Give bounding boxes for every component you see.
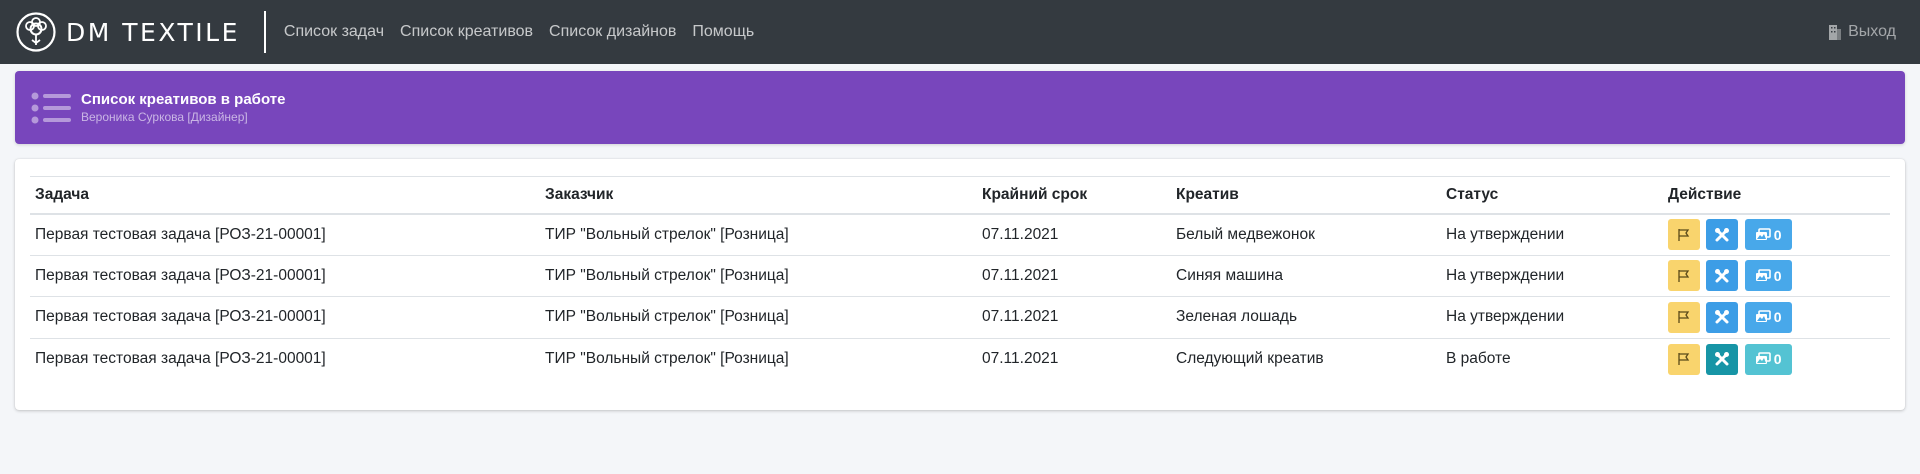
nav-link-tasks[interactable]: Список задач: [276, 23, 392, 41]
list-icon: [31, 92, 71, 123]
cell-actions: 0: [1663, 213, 1890, 256]
nav-links: Список задач Список креативов Список диз…: [276, 23, 762, 41]
gallery-button[interactable]: 0: [1744, 343, 1792, 375]
building-exit-icon: [1829, 25, 1842, 40]
creatives-card: Задача Заказчик Крайний срок Креатив Ста…: [15, 159, 1905, 410]
table-header-row: Задача Заказчик Крайний срок Креатив Ста…: [30, 176, 1890, 215]
flag-button[interactable]: [1668, 343, 1700, 375]
cell-task: Первая тестовая задача [РОЗ-21-00001]: [35, 350, 326, 367]
cell-deadline: 07.11.2021: [977, 213, 1171, 256]
gallery-button[interactable]: 0: [1744, 260, 1792, 292]
header-customer: Заказчик: [540, 176, 977, 215]
table-row: Первая тестовая задача [РОЗ-21-00001] ТИ…: [30, 213, 1890, 256]
banner-text: Список креативов в работе Вероника Сурко…: [81, 91, 285, 124]
gallery-button[interactable]: 0: [1744, 301, 1792, 333]
flag-icon: [1678, 228, 1690, 241]
cell-customer: ТИР "Вольный стрелок" [Розница]: [540, 296, 977, 339]
cell-creative: Следующий креатив: [1176, 350, 1324, 367]
page-title: Список креативов в работе: [81, 91, 286, 108]
cell-deadline: 07.11.2021: [982, 350, 1059, 367]
tools-icon: [1715, 227, 1730, 241]
table-row: Первая тестовая задача [РОЗ-21-00001] ТИ…: [30, 255, 1890, 297]
cell-task: Первая тестовая задача [РОЗ-21-00001]: [30, 255, 540, 297]
cell-task: Первая тестовая задача [РОЗ-21-00001]: [30, 296, 540, 339]
brand[interactable]: DM TEXTILE: [16, 11, 266, 53]
header-deadline: Крайний срок: [977, 176, 1171, 215]
cell-status: На утверждении: [1441, 296, 1663, 339]
logout-link[interactable]: Выход: [1826, 23, 1904, 41]
cell-creative: Зеленая лошадь: [1171, 296, 1441, 339]
flag-icon: [1678, 269, 1690, 282]
tools-button[interactable]: [1706, 343, 1739, 375]
tools-icon: [1715, 352, 1730, 366]
gallery-count: 0: [1773, 351, 1782, 367]
page-banner: Список креативов в работе Вероника Сурко…: [15, 71, 1905, 144]
gallery-count: 0: [1773, 267, 1782, 284]
logout-label: Выход: [1848, 23, 1896, 40]
cell-creative: Синяя машина: [1171, 255, 1441, 297]
nav-link-designs[interactable]: Список дизайнов: [541, 23, 684, 41]
cell-status: В работе: [1446, 350, 1511, 367]
gallery-button[interactable]: 0: [1744, 219, 1792, 250]
flag-icon: [1678, 353, 1690, 365]
cell-customer: ТИР "Вольный стрелок" [Розница]: [545, 350, 789, 367]
tools-button[interactable]: [1706, 260, 1739, 292]
cell-deadline: 07.11.2021: [977, 255, 1171, 297]
images-icon: [1755, 268, 1771, 281]
header-task: Задача: [30, 176, 540, 215]
header-creative: Креатив: [1171, 176, 1441, 215]
images-icon: [1755, 310, 1771, 323]
images-icon: [1755, 227, 1771, 240]
cell-actions: 0: [1663, 338, 1890, 380]
flag-icon: [1678, 311, 1690, 324]
cell-creative: Белый медвежонок: [1171, 213, 1441, 256]
flag-button[interactable]: [1668, 260, 1700, 292]
top-navbar: DM TEXTILE Список задач Список креативов…: [0, 0, 1920, 64]
page-subtitle: Вероника Суркова [Дизайнер]: [81, 110, 248, 124]
tools-button[interactable]: [1706, 301, 1739, 333]
cell-customer: ТИР "Вольный стрелок" [Розница]: [540, 213, 977, 256]
cell-deadline: 07.11.2021: [977, 296, 1171, 339]
tools-icon: [1715, 268, 1730, 283]
cell-status: На утверждении: [1441, 255, 1663, 297]
header-status: Статус: [1441, 176, 1663, 215]
images-icon: [1755, 352, 1771, 364]
cell-actions: 0: [1663, 255, 1890, 297]
gallery-count: 0: [1773, 226, 1782, 243]
creatives-table: Задача Заказчик Крайний срок Креатив Ста…: [30, 176, 1890, 380]
cell-customer: ТИР "Вольный стрелок" [Розница]: [540, 255, 977, 297]
nav-link-help[interactable]: Помощь: [684, 23, 762, 41]
flag-button[interactable]: [1668, 219, 1700, 250]
logo-icon: [16, 12, 56, 52]
table-row: Первая тестовая задача [РОЗ-21-00001] ТИ…: [30, 296, 1890, 339]
gallery-count: 0: [1773, 309, 1782, 326]
cell-status: На утверждении: [1441, 213, 1663, 256]
flag-button[interactable]: [1668, 301, 1700, 333]
brand-name: DM TEXTILE: [66, 17, 240, 47]
nav-link-creatives[interactable]: Список креативов: [392, 23, 541, 41]
table-row: Первая тестовая задача [РОЗ-21-00001] ТИ…: [30, 338, 1890, 380]
cell-actions: 0: [1663, 296, 1890, 339]
header-action: Действие: [1663, 176, 1890, 215]
tools-icon: [1715, 310, 1730, 324]
tools-button[interactable]: [1706, 219, 1739, 250]
cell-task: Первая тестовая задача [РОЗ-21-00001]: [30, 213, 540, 256]
